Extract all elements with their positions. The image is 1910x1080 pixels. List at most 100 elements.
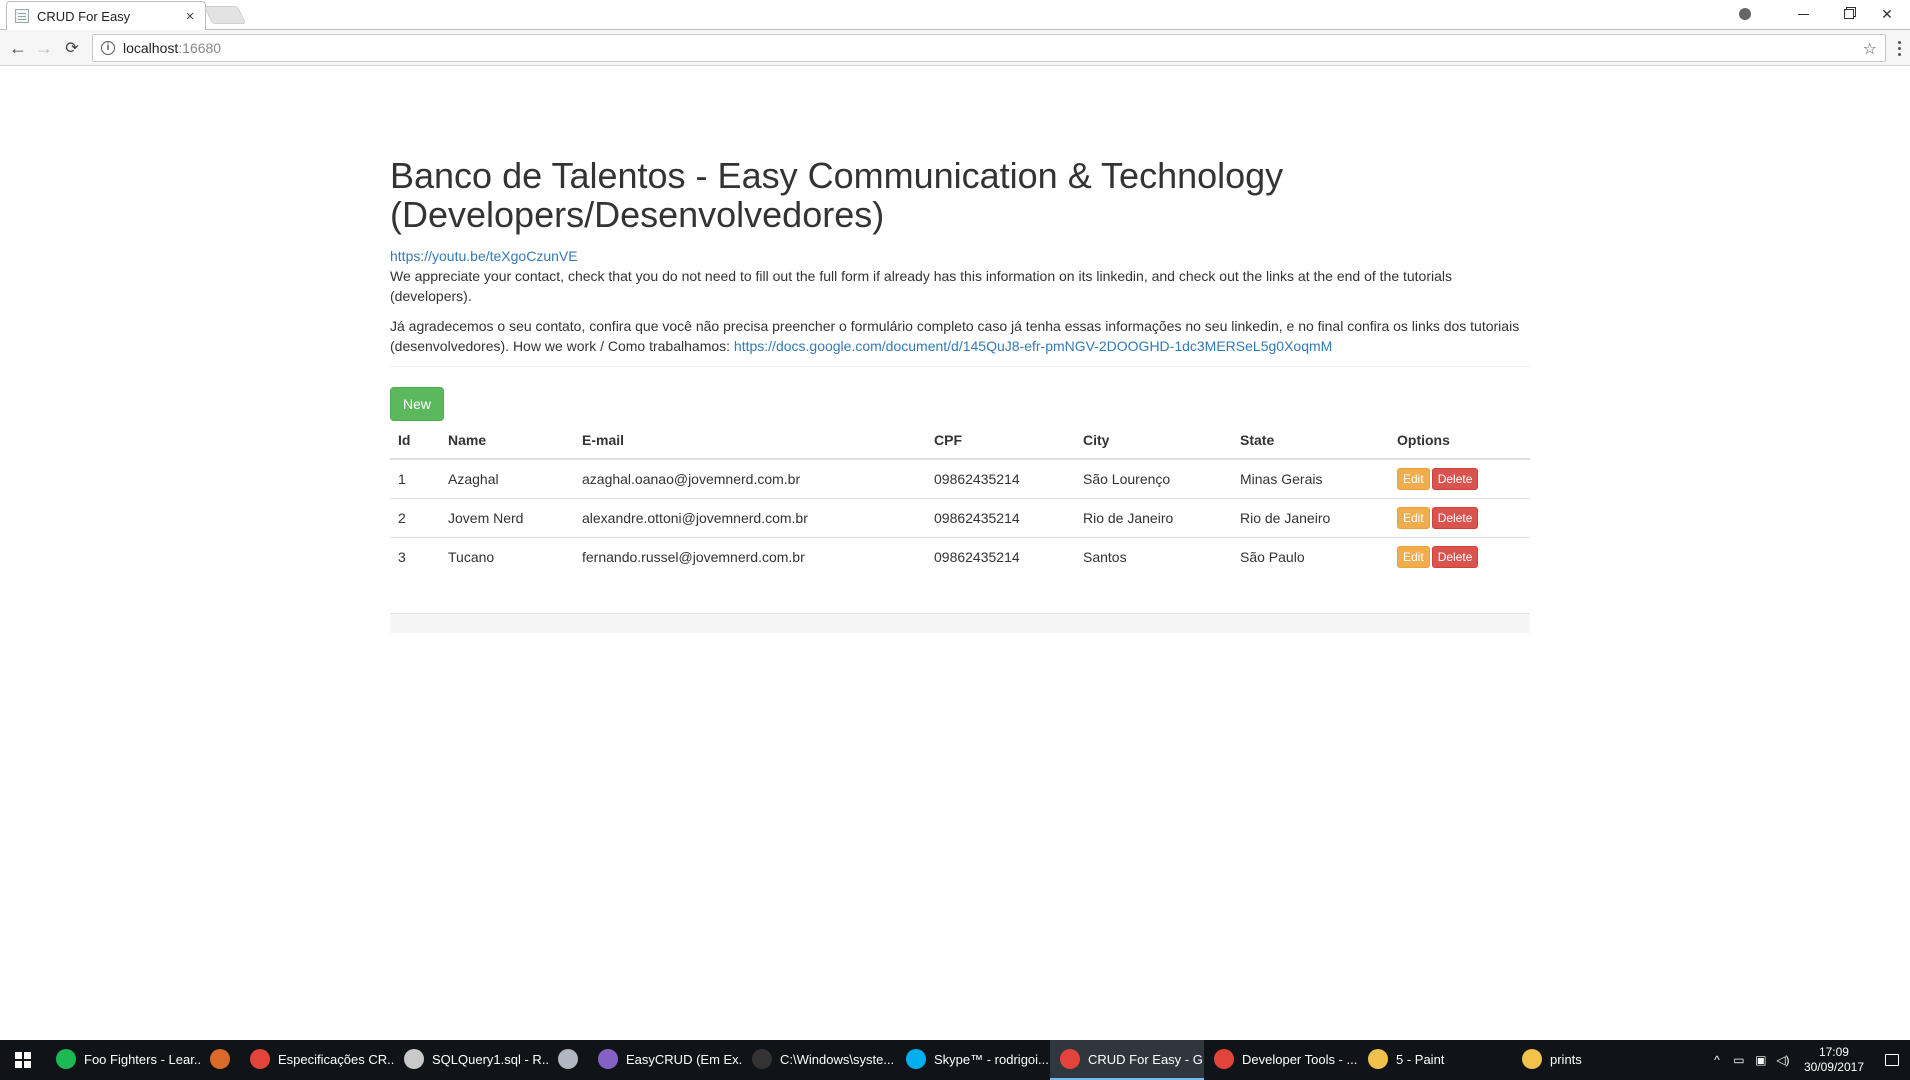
chrome-icon — [1060, 1049, 1080, 1069]
network-icon[interactable]: ▣ — [1750, 1053, 1772, 1067]
new-tab-button[interactable] — [203, 6, 247, 24]
cell-city: São Lourenço — [1083, 471, 1171, 487]
header-email: E-mail — [574, 422, 926, 460]
system-tray: ^ ▭ ▣ ◁) 17:09 30/09/2017 — [1706, 1040, 1910, 1080]
taskbar-item-label: CRUD For Easy - G... — [1088, 1051, 1204, 1067]
spotify-icon — [56, 1049, 76, 1069]
taskbar-item[interactable]: C:\Windows\syste... — [742, 1040, 896, 1080]
taskbar-item-label: Skype™ - rodrigoi... — [934, 1051, 1049, 1067]
new-button[interactable]: New — [390, 387, 445, 421]
cell-email: azaghal.oanao@jovemnerd.com.br — [582, 471, 801, 487]
profile-icon[interactable] — [1730, 0, 1760, 28]
tab-strip: CRUD For Easy × ✕ — [0, 0, 1910, 30]
page-container: Banco de Talentos - Easy Communication &… — [390, 66, 1530, 633]
cell-city: Rio de Janeiro — [1075, 498, 1232, 538]
paint-icon — [1368, 1049, 1388, 1069]
visual-studio-icon — [598, 1049, 618, 1069]
intro-section: https://youtu.be/teXgoCzunVE We apprecia… — [390, 246, 1530, 356]
docs-link[interactable]: https://docs.google.com/document/d/145Qu… — [734, 338, 1332, 354]
site-info-icon[interactable]: i — [101, 41, 115, 55]
table-row: 3 Tucano fernando.russel@jovemnerd.com.b… — [390, 537, 1530, 577]
close-window-button[interactable]: ✕ — [1864, 0, 1910, 28]
browser-tab[interactable]: CRUD For Easy × — [6, 1, 206, 30]
taskbar-item[interactable]: Especificações CR... — [240, 1040, 394, 1080]
chrome-icon — [250, 1049, 270, 1069]
header-id: Id — [390, 422, 440, 460]
sql-server-icon — [404, 1049, 424, 1069]
clock-time: 17:09 — [1818, 1045, 1849, 1059]
taskbar-item[interactable]: SQLQuery1.sql - R... — [394, 1040, 548, 1080]
header-state: State — [1232, 422, 1389, 460]
taskbar-item-label: prints — [1550, 1051, 1582, 1067]
browser-toolbar: ← → ⟳ i localhost:16680 ☆ — [0, 30, 1910, 66]
taskbar-item[interactable] — [548, 1040, 588, 1080]
minimize-button[interactable] — [1780, 0, 1826, 28]
start-button[interactable] — [0, 1040, 46, 1080]
taskbar-item[interactable]: Foo Fighters - Lear... — [46, 1040, 200, 1080]
cell-options: Edit Delete — [1389, 498, 1530, 538]
cell-state: Rio de Janeiro — [1232, 498, 1389, 538]
url-port: :16680 — [178, 40, 222, 56]
video-link[interactable]: https://youtu.be/teXgoCzunVE — [390, 246, 1530, 266]
taskbar-item-label: C:\Windows\syste... — [780, 1051, 895, 1067]
taskbar-item[interactable]: EasyCRUD (Em Ex... — [588, 1040, 742, 1080]
taskbar-item[interactable]: prints — [1512, 1040, 1666, 1080]
header-city: City — [1075, 422, 1232, 460]
url-host: localhost — [123, 40, 179, 56]
taskbar-item-label: Developer Tools - ... — [1242, 1051, 1358, 1067]
page-footer — [390, 612, 1530, 633]
cell-email: fernando.russel@jovemnerd.com.br — [574, 537, 926, 577]
taskbar-item-label: EasyCRUD (Em Ex... — [626, 1051, 742, 1067]
cell-state: São Paulo — [1232, 537, 1389, 577]
edit-button[interactable]: Edit — [1397, 546, 1430, 569]
intro-portuguese: Já agradecemos o seu contato, confira qu… — [390, 316, 1530, 356]
header-options: Options — [1389, 422, 1530, 460]
cell-name: Azaghal — [448, 471, 499, 487]
clock[interactable]: 17:09 30/09/2017 — [1794, 1045, 1874, 1075]
battery-icon[interactable]: ▭ — [1728, 1053, 1750, 1067]
table-row: 2 Jovem Nerd alexandre.ottoni@jovemnerd.… — [390, 498, 1530, 538]
edit-button[interactable]: Edit — [1397, 507, 1430, 529]
bookmark-star-icon[interactable]: ☆ — [1863, 39, 1877, 59]
cell-id: 2 — [390, 498, 440, 538]
taskbar-item[interactable] — [200, 1040, 240, 1080]
intro-english: We appreciate your contact, check that y… — [390, 268, 1453, 304]
delete-button[interactable]: Delete — [1431, 507, 1479, 529]
cell-cpf: 09862435214 — [926, 537, 1075, 577]
cell-cpf: 09862435214 — [926, 498, 1075, 538]
notification-icon[interactable] — [1874, 1040, 1910, 1080]
cell-state: Minas Gerais — [1240, 471, 1323, 487]
cell-id: 1 — [398, 471, 406, 487]
delete-button[interactable]: Delete — [1431, 546, 1479, 569]
taskbar-item[interactable]: Developer Tools - ... — [1204, 1040, 1358, 1080]
cell-name: Tucano — [440, 537, 574, 577]
tab-close-icon[interactable]: × — [183, 8, 197, 25]
header-name: Name — [440, 422, 574, 460]
taskbar-item[interactable]: CRUD For Easy - G... — [1050, 1040, 1204, 1080]
forward-arrow-icon[interactable]: → — [32, 36, 56, 60]
header-cpf: CPF — [926, 422, 1075, 460]
edit-button[interactable]: Edit — [1397, 468, 1430, 490]
tray-overflow-icon[interactable]: ^ — [1706, 1053, 1728, 1067]
volume-icon[interactable]: ◁) — [1772, 1053, 1794, 1067]
cell-email: alexandre.ottoni@jovemnerd.com.br — [574, 498, 926, 538]
reload-icon[interactable]: ⟳ — [60, 36, 84, 60]
divider — [390, 366, 1530, 367]
taskbar: Foo Fighters - Lear... Especificações CR.… — [0, 1040, 1910, 1080]
delete-button[interactable]: Delete — [1431, 468, 1479, 490]
developers-table: Id Name E-mail CPF City State Options 1 … — [390, 422, 1530, 577]
browser-menu-icon[interactable] — [1892, 38, 1906, 58]
back-arrow-icon[interactable]: ← — [6, 36, 30, 60]
taskbar-item-label: 5 - Paint — [1396, 1051, 1445, 1067]
cell-options: Edit Delete — [1389, 537, 1530, 577]
tool-icon — [558, 1049, 578, 1069]
address-bar[interactable]: i localhost:16680 ☆ — [92, 34, 1886, 62]
table-header-row: Id Name E-mail CPF City State Options — [390, 422, 1530, 460]
page-title: Banco de Talentos - Easy Communication &… — [390, 155, 1284, 235]
taskbar-item[interactable]: Skype™ - rodrigoi... — [896, 1040, 1050, 1080]
taskbar-item-label: SQLQuery1.sql - R... — [432, 1051, 548, 1067]
table-row: 1 Azaghal azaghal.oanao@jovemnerd.com.br… — [390, 459, 1530, 499]
taskbar-apps: Foo Fighters - Lear... Especificações CR.… — [46, 1040, 1666, 1080]
taskbar-item-label: Especificações CR... — [278, 1051, 394, 1067]
taskbar-item[interactable]: 5 - Paint — [1358, 1040, 1512, 1080]
